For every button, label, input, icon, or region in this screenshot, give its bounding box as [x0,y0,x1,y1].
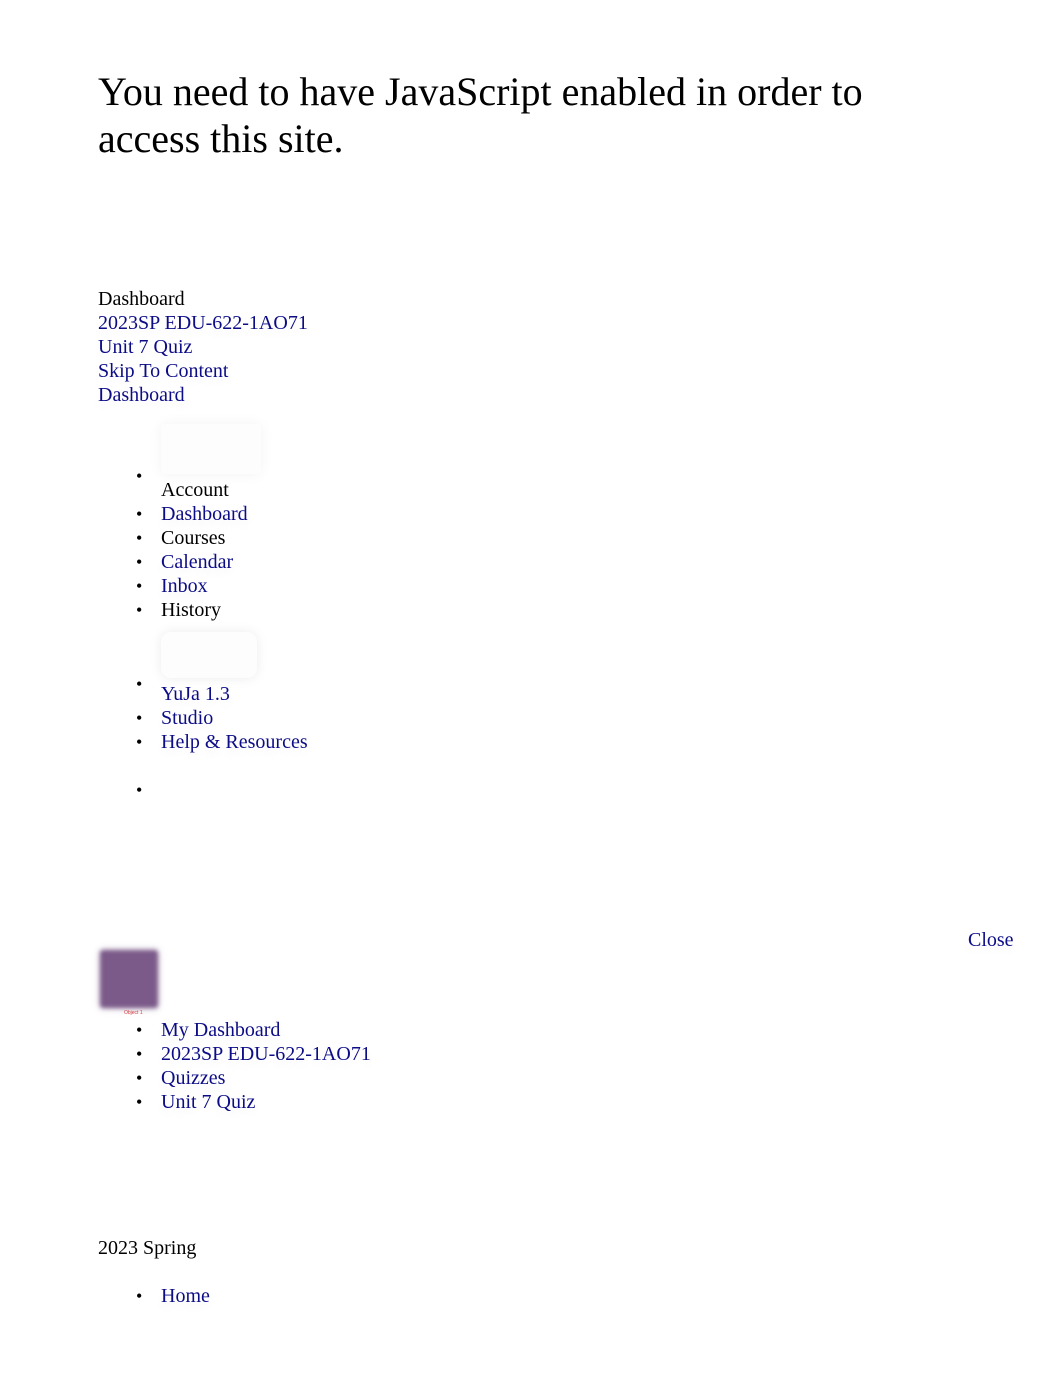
home-link[interactable]: Home [161,1285,210,1307]
global-nav-calendar-link[interactable]: Calendar [161,551,233,573]
javascript-required-message: You need to have JavaScript enabled in o… [98,69,863,161]
mobile-nav-item[interactable]: Unit 7 Quiz [136,1090,371,1114]
breadcrumb-course-link[interactable]: 2023SP EDU-622-1AO71 [98,312,308,334]
close-button[interactable]: Close [968,928,1014,952]
mobile-nav-item[interactable]: 2023SP EDU-622-1AO71 [136,1042,371,1066]
course-link[interactable]: 2023SP EDU-622-1AO71 [161,1043,371,1065]
global-nav-help[interactable]: Help & Resources [136,730,308,754]
breadcrumb-current: Dashboard [98,288,185,310]
unit-7-quiz-link[interactable]: Unit 7 Quiz [161,1091,255,1113]
section-navigation: Home [136,1284,210,1308]
global-nav-help-link[interactable]: Help & Resources [161,731,308,753]
mobile-nav-item[interactable]: My Dashboard [136,1018,371,1042]
global-nav-history-label[interactable]: History [161,599,221,621]
skip-to-content-link[interactable]: Skip To Content [98,360,228,382]
avatar[interactable] [161,424,261,474]
breadcrumb-quiz-link[interactable]: Unit 7 Quiz [98,336,192,358]
section-nav-home[interactable]: Home [136,1284,210,1308]
term-label: 2023 Spring [98,1237,197,1259]
course-image-caption: Object 1 [124,1010,143,1016]
mobile-breadcrumb-nav: My Dashboard 2023SP EDU-622-1AO71 Quizze… [136,1018,371,1114]
global-navigation: Account Dashboard Courses Calendar Inbox… [136,420,308,802]
global-nav-calendar[interactable]: Calendar [136,550,308,574]
global-nav-courses-label[interactable]: Courses [161,527,225,549]
global-nav-account[interactable]: Account [136,424,308,502]
mobile-nav-item[interactable]: Quizzes [136,1066,371,1090]
dashboard-logo-link[interactable]: Dashboard [98,384,185,406]
global-nav-studio-link[interactable]: Studio [161,707,213,729]
global-nav-dashboard-link[interactable]: Dashboard [161,503,248,525]
global-nav-dashboard[interactable]: Dashboard [136,502,308,526]
global-nav-courses[interactable]: Courses [136,526,308,550]
global-nav-studio[interactable]: Studio [136,706,308,730]
global-nav-inbox[interactable]: Inbox [136,574,308,598]
global-nav-yuja[interactable]: YuJa 1.3 [136,632,308,706]
global-nav-empty-item [136,778,308,802]
global-nav-account-label: Account [161,479,229,501]
global-nav-yuja-link[interactable]: YuJa 1.3 [161,683,230,705]
quizzes-link[interactable]: Quizzes [161,1067,225,1089]
breadcrumb: Dashboard 2023SP EDU-622-1AO71 Unit 7 Qu… [98,287,308,407]
global-nav-history[interactable]: History [136,598,308,622]
my-dashboard-link[interactable]: My Dashboard [161,1019,280,1041]
global-nav-inbox-link[interactable]: Inbox [161,575,208,597]
yuja-icon [161,632,257,678]
course-image[interactable] [100,950,158,1008]
